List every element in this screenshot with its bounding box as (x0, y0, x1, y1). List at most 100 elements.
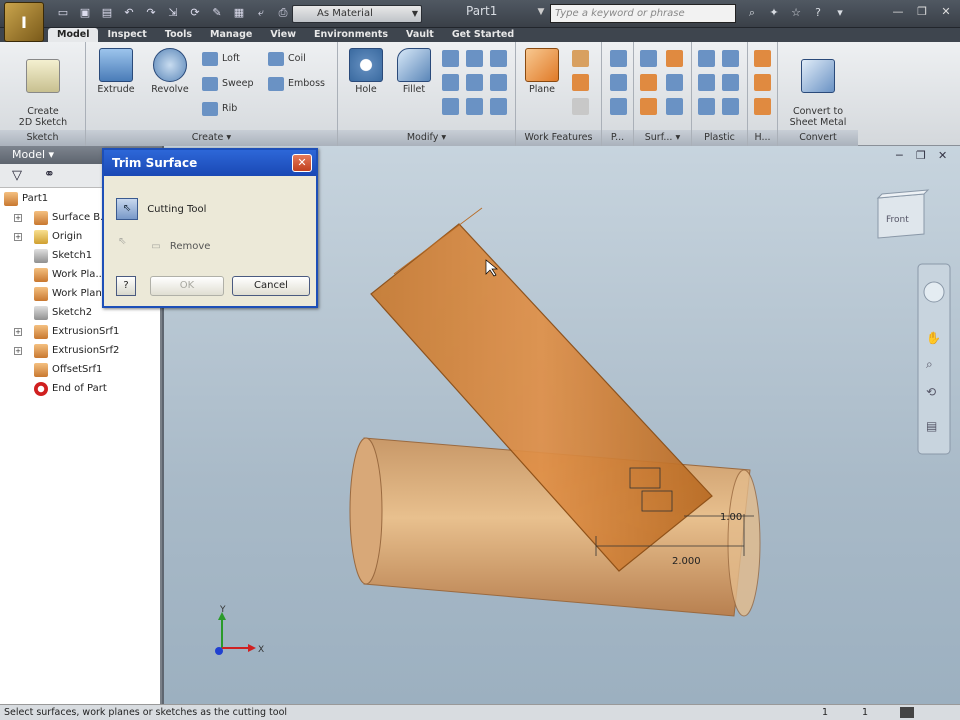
binoculars-icon[interactable]: ⚭ (44, 167, 55, 182)
tree-node-end-of-part[interactable]: End of Part (0, 380, 160, 398)
snap-fit-icon[interactable] (722, 74, 739, 91)
help-icon[interactable]: ? (116, 276, 136, 296)
tab-tools[interactable]: Tools (156, 28, 201, 42)
extend-icon[interactable] (640, 98, 657, 115)
rest-icon[interactable] (698, 74, 715, 91)
rule-fillet-icon[interactable] (698, 98, 715, 115)
cutting-tool-select-icon[interactable]: ⇖ (116, 198, 138, 220)
expand-icon[interactable]: + (14, 233, 22, 241)
minimize-icon[interactable]: — (888, 4, 908, 20)
undo-icon[interactable]: ↶ (120, 5, 138, 21)
extrude-button[interactable]: Extrude (88, 48, 144, 95)
thread-icon[interactable] (442, 74, 459, 91)
harness-tool-3-icon[interactable] (754, 98, 771, 115)
cutting-tool-row[interactable]: ⇖ Cutting Tool (116, 198, 206, 220)
trim-icon[interactable] (666, 74, 683, 91)
open-icon[interactable]: ▣ (76, 5, 94, 21)
ucs-icon[interactable] (572, 98, 589, 115)
create-panel-label[interactable]: Create ▾ (86, 130, 337, 146)
project-icon[interactable]: ▦ (230, 5, 248, 21)
close-icon[interactable]: ✕ (936, 4, 956, 20)
harness-tool-2-icon[interactable] (754, 74, 771, 91)
expand-icon[interactable]: + (14, 328, 22, 336)
tab-model[interactable]: Model (48, 28, 99, 42)
zoom-icon[interactable]: ⌕ (926, 357, 933, 371)
dialog-title-bar[interactable]: Trim Surface ✕ (104, 150, 316, 176)
binoculars-icon[interactable]: ⌕ (744, 5, 760, 21)
new-icon[interactable]: ▭ (54, 5, 72, 21)
tab-environments[interactable]: Environments (305, 28, 397, 42)
remove-select-icon[interactable]: ⇖ (118, 236, 134, 256)
grill-icon[interactable] (698, 50, 715, 67)
expand-icon[interactable]: + (14, 214, 22, 222)
loft-button[interactable]: Loft (202, 50, 240, 68)
sculpt-icon[interactable] (666, 50, 683, 67)
point-icon[interactable] (572, 74, 589, 91)
emboss-button[interactable]: Emboss (268, 75, 325, 93)
replace-face-icon[interactable] (666, 98, 683, 115)
harness-tool-1-icon[interactable] (754, 50, 771, 67)
split-icon[interactable] (466, 74, 483, 91)
application-menu-button[interactable]: I (4, 2, 44, 42)
expand-icon[interactable]: + (14, 347, 22, 355)
select-icon[interactable]: ⇲ (164, 5, 182, 21)
maximize-icon[interactable]: ❐ (912, 4, 932, 20)
boss-icon[interactable] (722, 50, 739, 67)
chamfer-icon[interactable] (442, 50, 459, 67)
tab-view[interactable]: View (261, 28, 305, 42)
modify-panel-label[interactable]: Modify ▾ (338, 130, 515, 146)
coil-button[interactable]: Coil (268, 50, 306, 68)
tab-manage[interactable]: Manage (201, 28, 261, 42)
cancel-button[interactable]: Cancel (232, 276, 310, 296)
revolve-button[interactable]: Revolve (142, 48, 198, 95)
draft-icon[interactable] (490, 50, 507, 67)
patch-icon[interactable] (640, 74, 657, 91)
rectangular-pattern-icon[interactable] (610, 50, 627, 67)
combine-icon[interactable] (490, 74, 507, 91)
orbit-icon[interactable]: ⟲ (926, 385, 936, 399)
remove-row[interactable]: ⇖ ▭ Remove (118, 236, 210, 256)
material-dropdown[interactable]: As Material ▼ (292, 5, 422, 23)
tab-inspect[interactable]: Inspect (98, 28, 155, 42)
tab-get-started[interactable]: Get Started (443, 28, 523, 42)
update-icon[interactable]: ⟳ (186, 5, 204, 21)
print-icon[interactable]: ⎙ (274, 5, 292, 21)
surface-panel-label[interactable]: Surf... ▾ (634, 130, 691, 146)
circular-pattern-icon[interactable] (610, 74, 627, 91)
fillet-button[interactable]: Fillet (386, 48, 442, 95)
mirror-icon[interactable] (610, 98, 627, 115)
look-at-icon[interactable]: ▤ (926, 419, 937, 433)
search-input[interactable]: Type a keyword or phrase (550, 4, 736, 23)
create-sketch-button[interactable]: Create 2D Sketch (15, 48, 71, 128)
axis-icon[interactable] (572, 50, 589, 67)
plane-button[interactable]: Plane (514, 48, 570, 95)
help-dropdown-icon[interactable]: ▾ (832, 5, 848, 21)
copy-object-icon[interactable] (466, 98, 483, 115)
title-dropdown-icon[interactable]: ▼ (534, 0, 548, 24)
shell-icon[interactable] (466, 50, 483, 67)
help-icon[interactable]: ? (810, 5, 826, 21)
rib-button[interactable]: Rib (202, 100, 237, 118)
tab-vault[interactable]: Vault (397, 28, 443, 42)
move-bodies-icon[interactable] (490, 98, 507, 115)
tree-node-offset-srf1[interactable]: OffsetSrf1 (0, 361, 160, 379)
ok-button[interactable]: OK (150, 276, 224, 296)
tree-node-extrusion-srf1[interactable]: + ExtrusionSrf1 (0, 323, 160, 341)
tree-node-extrusion-srf2[interactable]: + ExtrusionSrf2 (0, 342, 160, 360)
pan-icon[interactable]: ✋ (926, 331, 941, 345)
steering-wheel-icon[interactable] (923, 281, 945, 303)
sweep-button[interactable]: Sweep (202, 75, 254, 93)
subscription-icon[interactable]: ✦ (766, 5, 782, 21)
communication-icon[interactable]: ☆ (788, 5, 804, 21)
viewcube[interactable] (876, 189, 930, 239)
stitch-icon[interactable] (640, 50, 657, 67)
move-face-icon[interactable] (442, 98, 459, 115)
sketch-icon[interactable]: ✎ (208, 5, 226, 21)
filter-icon[interactable]: ▽ (12, 168, 22, 183)
lip-icon[interactable] (722, 98, 739, 115)
convert-to-sheet-metal-button[interactable]: Convert to Sheet Metal (782, 48, 854, 128)
save-icon[interactable]: ▤ (98, 5, 116, 21)
return-icon[interactable]: ⤶ (252, 5, 270, 21)
close-icon[interactable]: ✕ (292, 154, 312, 172)
redo-icon[interactable]: ↷ (142, 5, 160, 21)
